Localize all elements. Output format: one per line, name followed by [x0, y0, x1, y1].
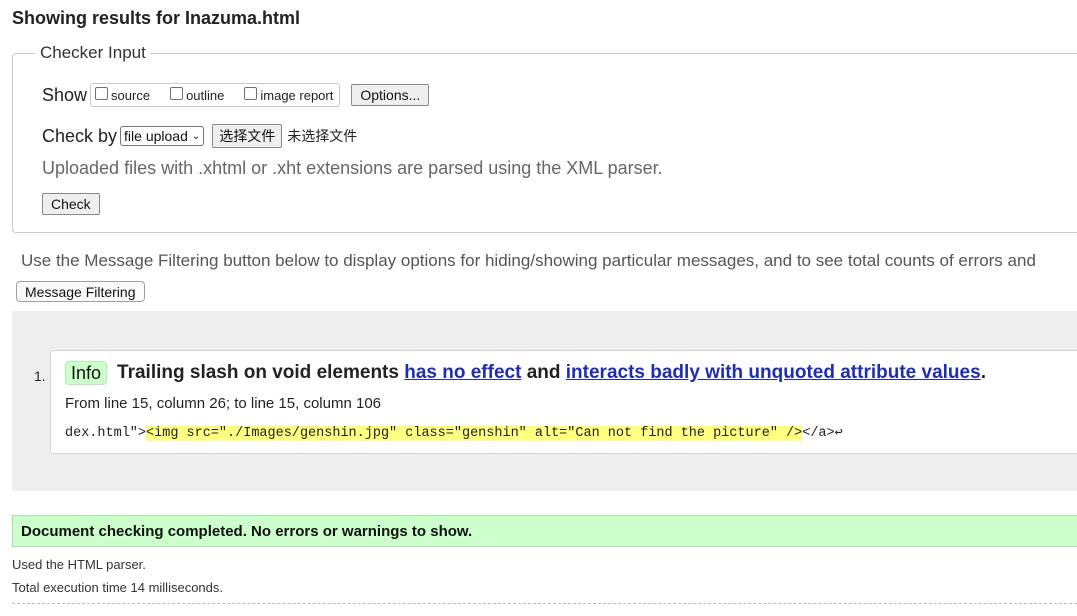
show-image-report-option[interactable]: image report [244, 86, 334, 103]
message-location: From line 15, column 26; to line 15, col… [65, 395, 382, 412]
message-text-mid: and [526, 362, 561, 383]
check-by-select-value: file upload [124, 128, 188, 144]
source-label: source [111, 87, 151, 103]
has-no-effect-link[interactable]: has no effect [404, 362, 521, 384]
extract-after: </a>↩ [802, 426, 843, 441]
message-text-end: . [980, 362, 986, 383]
extract-before: dex.html"> [65, 426, 147, 441]
check-by-select[interactable]: file upload ⌄ [120, 126, 205, 146]
message-number: 1. [34, 368, 46, 384]
source-checkbox[interactable] [95, 86, 109, 100]
success-message: Document checking completed. No errors o… [12, 515, 1077, 547]
info-badge: Info [65, 361, 108, 385]
check-button[interactable]: Check [42, 193, 100, 215]
show-source-option[interactable]: source [95, 86, 151, 103]
message-filtering-note: Use the Message Filtering button below t… [21, 251, 1036, 270]
file-status: 未选择文件 [287, 128, 358, 144]
chevron-down-icon: ⌄ [191, 130, 201, 142]
show-row: Show source outline image report Options… [42, 83, 430, 107]
outline-checkbox[interactable] [170, 86, 184, 100]
bottom-divider [12, 603, 1077, 604]
show-options-group: source outline image report [90, 83, 341, 107]
message-heading: Info Trailing slash on void elements has… [65, 361, 986, 385]
show-outline-option[interactable]: outline [170, 86, 225, 103]
outline-label: outline [186, 87, 225, 103]
options-button[interactable]: Options... [351, 84, 430, 106]
extract-highlight: <img src="./Images/genshin.jpg" class="g… [146, 426, 803, 441]
check-by-row: Check by file upload ⌄ 选择文件 未选择文件 [42, 124, 357, 148]
message-item: Info Trailing slash on void elements has… [50, 350, 1077, 454]
code-extract: dex.html"><img src="./Images/genshin.jpg… [65, 424, 843, 441]
image-report-checkbox[interactable] [244, 86, 258, 100]
interacts-badly-link[interactable]: interacts badly with unquoted attribute … [566, 362, 981, 384]
checker-input-legend: Checker Input [40, 43, 146, 62]
image-report-label: image report [260, 87, 334, 103]
message-text-start: Trailing slash on void elements [117, 362, 399, 383]
show-label: Show [42, 84, 88, 105]
message-filtering-button[interactable]: Message Filtering [16, 281, 145, 302]
parser-used: Used the HTML parser. [12, 557, 146, 572]
page-title: Showing results for Inazuma.html [12, 8, 301, 28]
check-by-label: Check by [42, 125, 118, 146]
execution-time: Total execution time 14 milliseconds. [12, 580, 223, 595]
parser-note: Uploaded files with .xhtml or .xht exten… [42, 158, 663, 178]
choose-file-button[interactable]: 选择文件 [212, 124, 283, 148]
